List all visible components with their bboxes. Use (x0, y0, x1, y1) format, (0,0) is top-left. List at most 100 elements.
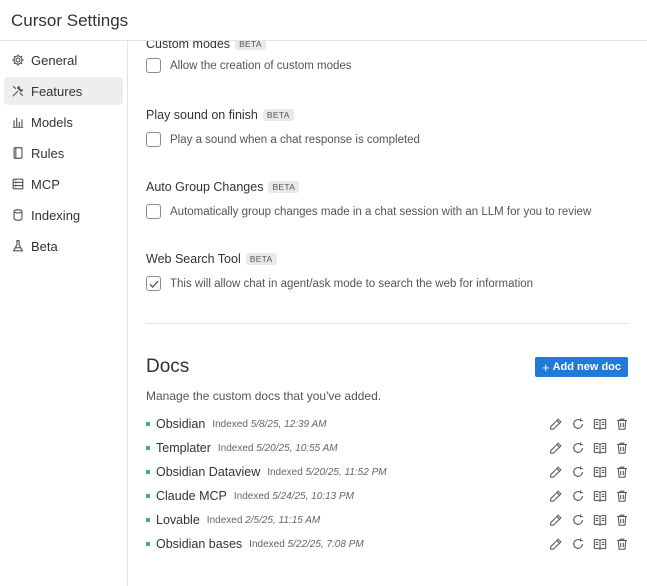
doc-name: Obsidian (156, 417, 206, 431)
add-new-doc-button[interactable]: + Add new doc (535, 357, 628, 377)
doc-indexed-time: Indexed 5/20/25, 11:52 PM (267, 466, 387, 478)
delete-trash-icon[interactable] (614, 416, 630, 432)
setting-name: Web Search Tool (146, 252, 241, 266)
doc-row-lovable: Lovable Indexed 2/5/25, 11:15 AM (146, 510, 630, 530)
sidebar-item-label: Beta (31, 238, 58, 254)
delete-trash-icon[interactable] (614, 464, 630, 480)
bar-chart-icon (11, 115, 25, 129)
sidebar-item-general[interactable]: General (4, 46, 123, 74)
doc-indexed-time: Indexed 5/22/25, 7:08 PM (249, 538, 364, 550)
view-book-icon[interactable] (592, 536, 608, 552)
setting-description: Allow the creation of custom modes (170, 59, 352, 72)
doc-name: Templater (156, 441, 211, 455)
sidebar-item-label: Models (31, 114, 73, 130)
edit-pencil-icon[interactable] (548, 488, 564, 504)
doc-row-templater: Templater Indexed 5/20/25, 10:55 AM (146, 438, 630, 458)
plus-icon: + (541, 359, 550, 375)
sidebar-item-label: Rules (31, 145, 65, 161)
beta-badge: BETA (262, 109, 294, 121)
reindex-icon[interactable] (570, 512, 586, 528)
edit-pencil-icon[interactable] (548, 464, 564, 480)
setting-name: Auto Group Changes (146, 180, 264, 194)
reindex-icon[interactable] (570, 536, 586, 552)
sidebar-item-rules[interactable]: Rules (4, 139, 123, 167)
reindex-icon[interactable] (570, 464, 586, 480)
custom-modes-checkbox[interactable] (146, 58, 161, 73)
edit-pencil-icon[interactable] (548, 440, 564, 456)
doc-name: Obsidian Dataview (156, 465, 261, 479)
beta-badge: BETA (245, 253, 277, 265)
doc-actions (542, 536, 630, 552)
beta-badge: BETA (268, 181, 300, 193)
reindex-icon[interactable] (570, 440, 586, 456)
docs-section-title: Docs (146, 356, 190, 377)
doc-row-obsidian-dataview: Obsidian Dataview Indexed 5/20/25, 11:52… (146, 462, 630, 482)
edit-pencil-icon[interactable] (548, 512, 564, 528)
reindex-icon[interactable] (570, 488, 586, 504)
doc-indexed-time: Indexed 5/8/25, 12:39 AM (212, 418, 327, 430)
doc-indexed-time: Indexed 5/20/25, 10:55 AM (217, 442, 338, 454)
server-icon (11, 177, 25, 191)
setting-description: Play a sound when a chat response is com… (170, 133, 420, 146)
view-book-icon[interactable] (592, 512, 608, 528)
setting-auto-group-changes: Auto Group Changes BETA Automatically gr… (146, 179, 636, 219)
setting-description: This will allow chat in agent/ask mode t… (170, 277, 534, 290)
doc-indexed-time: Indexed 5/24/25, 10:13 PM (233, 490, 354, 502)
delete-trash-icon[interactable] (614, 488, 630, 504)
document-icon (11, 146, 25, 160)
add-new-doc-label: Add new doc (552, 361, 622, 373)
doc-status-bullet (146, 446, 150, 450)
doc-name: Lovable (156, 513, 200, 527)
sidebar-item-indexing[interactable]: Indexing (4, 201, 123, 229)
setting-name: Custom modes (146, 41, 231, 51)
doc-actions (542, 464, 630, 480)
doc-actions (542, 440, 630, 456)
doc-status-bullet (146, 422, 150, 426)
doc-status-bullet (146, 470, 150, 474)
edit-pencil-icon[interactable] (548, 416, 564, 432)
flask-icon (11, 239, 25, 253)
setting-web-search-tool: Web Search Tool BETA This will allow cha… (146, 251, 636, 291)
delete-trash-icon[interactable] (614, 512, 630, 528)
doc-actions (542, 416, 630, 432)
reindex-icon[interactable] (570, 416, 586, 432)
doc-name: Claude MCP (156, 489, 227, 503)
doc-status-bullet (146, 542, 150, 546)
setting-description: Automatically group changes made in a ch… (170, 205, 592, 218)
window-title: Cursor Settings (11, 11, 129, 30)
title-bar: Cursor Settings (0, 0, 647, 41)
database-icon (11, 208, 25, 222)
delete-trash-icon[interactable] (614, 536, 630, 552)
doc-row-obsidian: Obsidian Indexed 5/8/25, 12:39 AM (146, 414, 630, 434)
sidebar-item-label: Features (31, 83, 83, 99)
view-book-icon[interactable] (592, 488, 608, 504)
view-book-icon[interactable] (592, 464, 608, 480)
doc-status-bullet (146, 494, 150, 498)
doc-indexed-time: Indexed 2/5/25, 11:15 AM (206, 514, 321, 526)
checkmark-icon (149, 280, 158, 288)
gear-icon (11, 53, 25, 67)
doc-row-claude-mcp: Claude MCP Indexed 5/24/25, 10:13 PM (146, 486, 630, 506)
sidebar-item-beta[interactable]: Beta (4, 232, 123, 260)
setting-custom-modes: Custom modes BETA Allow the creation of … (146, 41, 636, 73)
view-book-icon[interactable] (592, 416, 608, 432)
settings-content[interactable]: Custom modes BETA Allow the creation of … (128, 41, 647, 586)
sidebar-item-features[interactable]: Features (4, 77, 123, 105)
web-search-checkbox[interactable] (146, 276, 161, 291)
sidebar-item-models[interactable]: Models (4, 108, 123, 136)
sidebar-item-label: Indexing (31, 207, 81, 223)
sidebar-item-label: General (31, 52, 78, 68)
section-divider (146, 323, 628, 324)
tools-icon (11, 84, 25, 98)
view-book-icon[interactable] (592, 440, 608, 456)
sidebar: General Features Models Rules MCP Indexi… (0, 41, 128, 586)
docs-description: Manage the custom docs that you've added… (146, 389, 382, 403)
setting-play-sound: Play sound on finish BETA Play a sound w… (146, 107, 636, 147)
sidebar-item-label: MCP (31, 176, 60, 192)
play-sound-checkbox[interactable] (146, 132, 161, 147)
edit-pencil-icon[interactable] (548, 536, 564, 552)
doc-status-bullet (146, 518, 150, 522)
sidebar-item-mcp[interactable]: MCP (4, 170, 123, 198)
auto-group-checkbox[interactable] (146, 204, 161, 219)
delete-trash-icon[interactable] (614, 440, 630, 456)
